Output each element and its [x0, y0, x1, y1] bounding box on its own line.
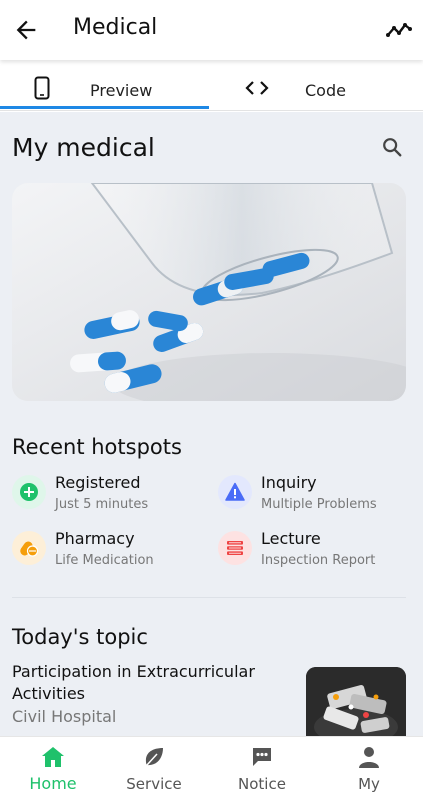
- hotspot-lecture[interactable]: Lecture Inspection Report: [218, 529, 418, 575]
- main-content[interactable]: My medical Recent hotspots Registered Ju…: [0, 111, 423, 736]
- hero-image[interactable]: [12, 183, 406, 401]
- hotspot-subtitle: Just 5 minutes: [55, 497, 149, 512]
- bottom-navigation: Home Service Notice My: [0, 736, 423, 800]
- hotspots-title: Recent hotspots: [12, 435, 182, 459]
- person-icon: [357, 745, 381, 769]
- topic-source: Civil Hospital: [12, 707, 117, 726]
- code-icon: [244, 76, 270, 104]
- hotspot-name: Inquiry: [261, 473, 317, 492]
- home-icon: [41, 745, 65, 769]
- nav-my[interactable]: My: [316, 737, 422, 800]
- hotspot-registered[interactable]: Registered Just 5 minutes: [12, 473, 212, 519]
- leaf-icon: [142, 745, 166, 769]
- plus-circle-icon: [12, 475, 46, 509]
- hotspot-subtitle: Multiple Problems: [261, 497, 377, 512]
- hotspot-pharmacy[interactable]: Pharmacy Life Medication: [12, 529, 212, 575]
- warning-icon: [218, 475, 252, 509]
- phone-icon: [30, 76, 54, 104]
- trending-icon[interactable]: [385, 16, 413, 44]
- chat-icon: [250, 745, 274, 769]
- app-bar: Medical: [0, 0, 423, 60]
- app-title: Medical: [73, 15, 158, 40]
- hotspot-name: Lecture: [261, 529, 321, 548]
- nav-notice[interactable]: Notice: [209, 737, 315, 800]
- layers-icon: [218, 531, 252, 565]
- nav-notice-label: Notice: [238, 775, 286, 793]
- page-title: My medical: [12, 133, 155, 162]
- search-icon[interactable]: [381, 136, 403, 158]
- hotspot-name: Pharmacy: [55, 529, 135, 548]
- topic-thumbnail[interactable]: [306, 667, 406, 736]
- tab-indicator: [0, 106, 209, 109]
- nav-home-label: Home: [29, 774, 77, 793]
- section-divider: [12, 597, 406, 598]
- arrow-left-icon[interactable]: [12, 16, 40, 44]
- tab-bar: Preview Code: [0, 64, 423, 112]
- nav-home[interactable]: Home: [0, 737, 106, 800]
- tab-divider: [0, 110, 423, 111]
- nav-my-label: My: [358, 775, 380, 793]
- hotspot-subtitle: Inspection Report: [261, 553, 376, 568]
- tab-code[interactable]: Code: [211, 64, 422, 112]
- hotspot-name: Registered: [55, 473, 141, 492]
- hotspot-inquiry[interactable]: Inquiry Multiple Problems: [218, 473, 418, 519]
- nav-service[interactable]: Service: [101, 737, 207, 800]
- hotspot-subtitle: Life Medication: [55, 553, 154, 568]
- topic-headline[interactable]: Participation in Extracurricular Activit…: [12, 661, 282, 705]
- topic-title: Today's topic: [12, 625, 148, 649]
- nav-service-label: Service: [126, 775, 182, 793]
- tab-preview[interactable]: Preview: [0, 64, 211, 112]
- pills-icon: [12, 531, 46, 565]
- tab-code-label: Code: [305, 81, 346, 100]
- tab-preview-label: Preview: [90, 81, 153, 100]
